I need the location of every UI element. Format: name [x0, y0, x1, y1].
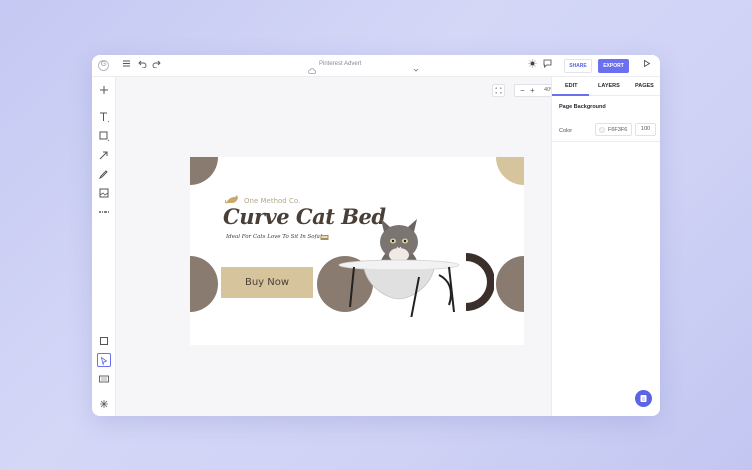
pen-tool-icon[interactable] — [97, 167, 111, 181]
half-circle-right[interactable] — [496, 256, 524, 312]
app-logo[interactable]: G — [98, 60, 109, 71]
settings-icon[interactable] — [97, 397, 111, 411]
canvas-area[interactable]: − + 40% One Method Co. Curve Cat Bed Ide… — [116, 77, 575, 416]
buy-now-button[interactable]: Buy Now — [221, 267, 313, 298]
artboard[interactable]: One Method Co. Curve Cat Bed Ideal For C… — [190, 157, 524, 345]
chevron-down-icon[interactable] — [412, 61, 420, 72]
zoom-out-button[interactable]: − — [520, 86, 525, 95]
active-tab-indicator — [552, 94, 589, 96]
fit-screen-button[interactable] — [492, 84, 505, 97]
play-icon[interactable] — [640, 59, 653, 72]
color-hex-field[interactable]: F6F3F6 — [595, 123, 632, 136]
menu-icon[interactable] — [120, 59, 133, 72]
cat-bed-product-image[interactable] — [324, 197, 484, 317]
text-tool-icon[interactable] — [97, 110, 111, 124]
color-label: Color — [559, 128, 573, 134]
top-toolbar: G Pinterest Advert SHARE EXPORT — [92, 55, 660, 77]
color-swatch[interactable] — [599, 127, 605, 133]
corner-shape-top-right[interactable] — [496, 157, 524, 185]
properties-panel: EDIT LAYERS PAGES Page Background Color … — [551, 77, 660, 416]
share-button[interactable]: SHARE — [564, 59, 592, 73]
frame-icon[interactable] — [97, 334, 111, 348]
keyboard-icon[interactable] — [97, 372, 111, 386]
tab-layers[interactable]: LAYERS — [598, 83, 620, 89]
half-circle-left[interactable] — [190, 256, 218, 312]
shape-tool-icon[interactable] — [97, 129, 111, 143]
zoom-in-button[interactable]: + — [530, 86, 535, 95]
undo-icon[interactable] — [136, 59, 149, 72]
redo-icon[interactable] — [150, 59, 163, 72]
cloud-icon — [308, 61, 316, 74]
chat-support-button[interactable] — [635, 390, 652, 407]
tagline-text[interactable]: Ideal For Cats Love To Sit In Sofa! — [226, 234, 322, 240]
tab-edit[interactable]: EDIT — [565, 83, 578, 89]
section-title: Page Background — [559, 104, 606, 110]
export-button[interactable]: EXPORT — [598, 59, 629, 73]
color-hex-value: F6F3F6 — [608, 127, 628, 133]
arrow-tool-icon[interactable] — [97, 148, 111, 162]
sun-icon[interactable] — [526, 59, 539, 72]
add-icon[interactable] — [97, 83, 111, 97]
corner-shape-top-left[interactable] — [190, 157, 218, 185]
divider — [552, 141, 660, 142]
panel-tabs: EDIT LAYERS PAGES — [552, 77, 660, 96]
comment-icon[interactable] — [541, 59, 554, 72]
image-tool-icon[interactable] — [97, 186, 111, 200]
opacity-field[interactable]: 100 — [635, 123, 656, 136]
tools-sidebar — [92, 77, 116, 416]
document-title[interactable]: Pinterest Advert — [319, 61, 361, 67]
select-tool-icon[interactable] — [97, 353, 111, 367]
editor-window: G Pinterest Advert SHARE EXPORT − + 40% … — [92, 55, 660, 416]
tab-pages[interactable]: PAGES — [635, 83, 654, 89]
qr-tool-icon[interactable] — [97, 205, 111, 219]
